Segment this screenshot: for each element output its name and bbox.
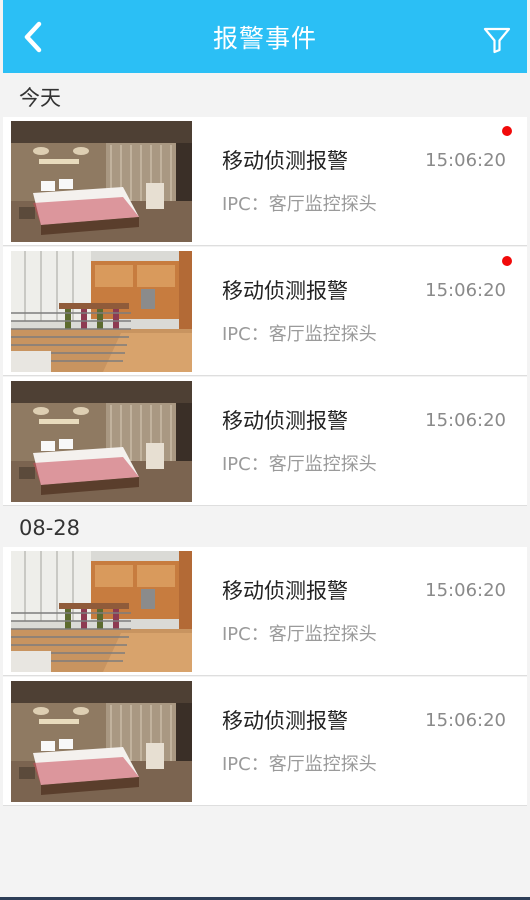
unread-dot — [502, 126, 512, 136]
event-source: IPC：客厅监控探头 — [222, 624, 377, 645]
event-source: IPC：客厅监控探头 — [222, 454, 377, 475]
event-time: 15:06:20 — [425, 710, 506, 731]
event-source: IPC：客厅监控探头 — [222, 324, 377, 345]
section-header-today: 今天 — [19, 86, 61, 110]
page-title: 报警事件 — [212, 24, 317, 53]
event-source: IPC：客厅监控探头 — [222, 754, 377, 775]
event-time: 15:06:20 — [425, 150, 506, 171]
event-time: 15:06:20 — [425, 580, 506, 601]
app-screen: 报警事件 今天 移动侦测报警 15:06:20 IPC：客厅监控探头 移动侦测报… — [3, 0, 527, 900]
event-source: IPC：客厅监控探头 — [222, 194, 377, 215]
event-title: 移动侦测报警 — [222, 149, 348, 173]
alarm-list-item[interactable]: 移动侦测报警 15:06:20 IPC：客厅监控探头 — [3, 547, 527, 676]
alarm-list-item[interactable]: 移动侦测报警 15:06:20 IPC：客厅监控探头 — [3, 677, 527, 806]
filter-icon — [483, 27, 511, 54]
alarm-list-item[interactable]: 移动侦测报警 15:06:20 IPC：客厅监控探头 — [3, 117, 527, 246]
event-title: 移动侦测报警 — [222, 409, 348, 433]
event-title: 移动侦测报警 — [222, 709, 348, 733]
section-header-date: 08-28 — [19, 516, 81, 540]
filter-button[interactable] — [477, 20, 517, 60]
event-snapshot-image — [11, 121, 192, 242]
event-snapshot-image — [11, 681, 192, 802]
event-title: 移动侦测报警 — [222, 579, 348, 603]
event-time: 15:06:20 — [425, 280, 506, 301]
event-snapshot-image — [11, 551, 192, 672]
top-bar: 报警事件 — [3, 0, 527, 73]
event-title: 移动侦测报警 — [222, 279, 348, 303]
event-snapshot-image — [11, 251, 192, 372]
alarm-list-item[interactable]: 移动侦测报警 15:06:20 IPC：客厅监控探头 — [3, 377, 527, 506]
event-snapshot-image — [11, 381, 192, 502]
alarm-list-item[interactable]: 移动侦测报警 15:06:20 IPC：客厅监控探头 — [3, 247, 527, 376]
unread-dot — [502, 256, 512, 266]
event-time: 15:06:20 — [425, 410, 506, 431]
